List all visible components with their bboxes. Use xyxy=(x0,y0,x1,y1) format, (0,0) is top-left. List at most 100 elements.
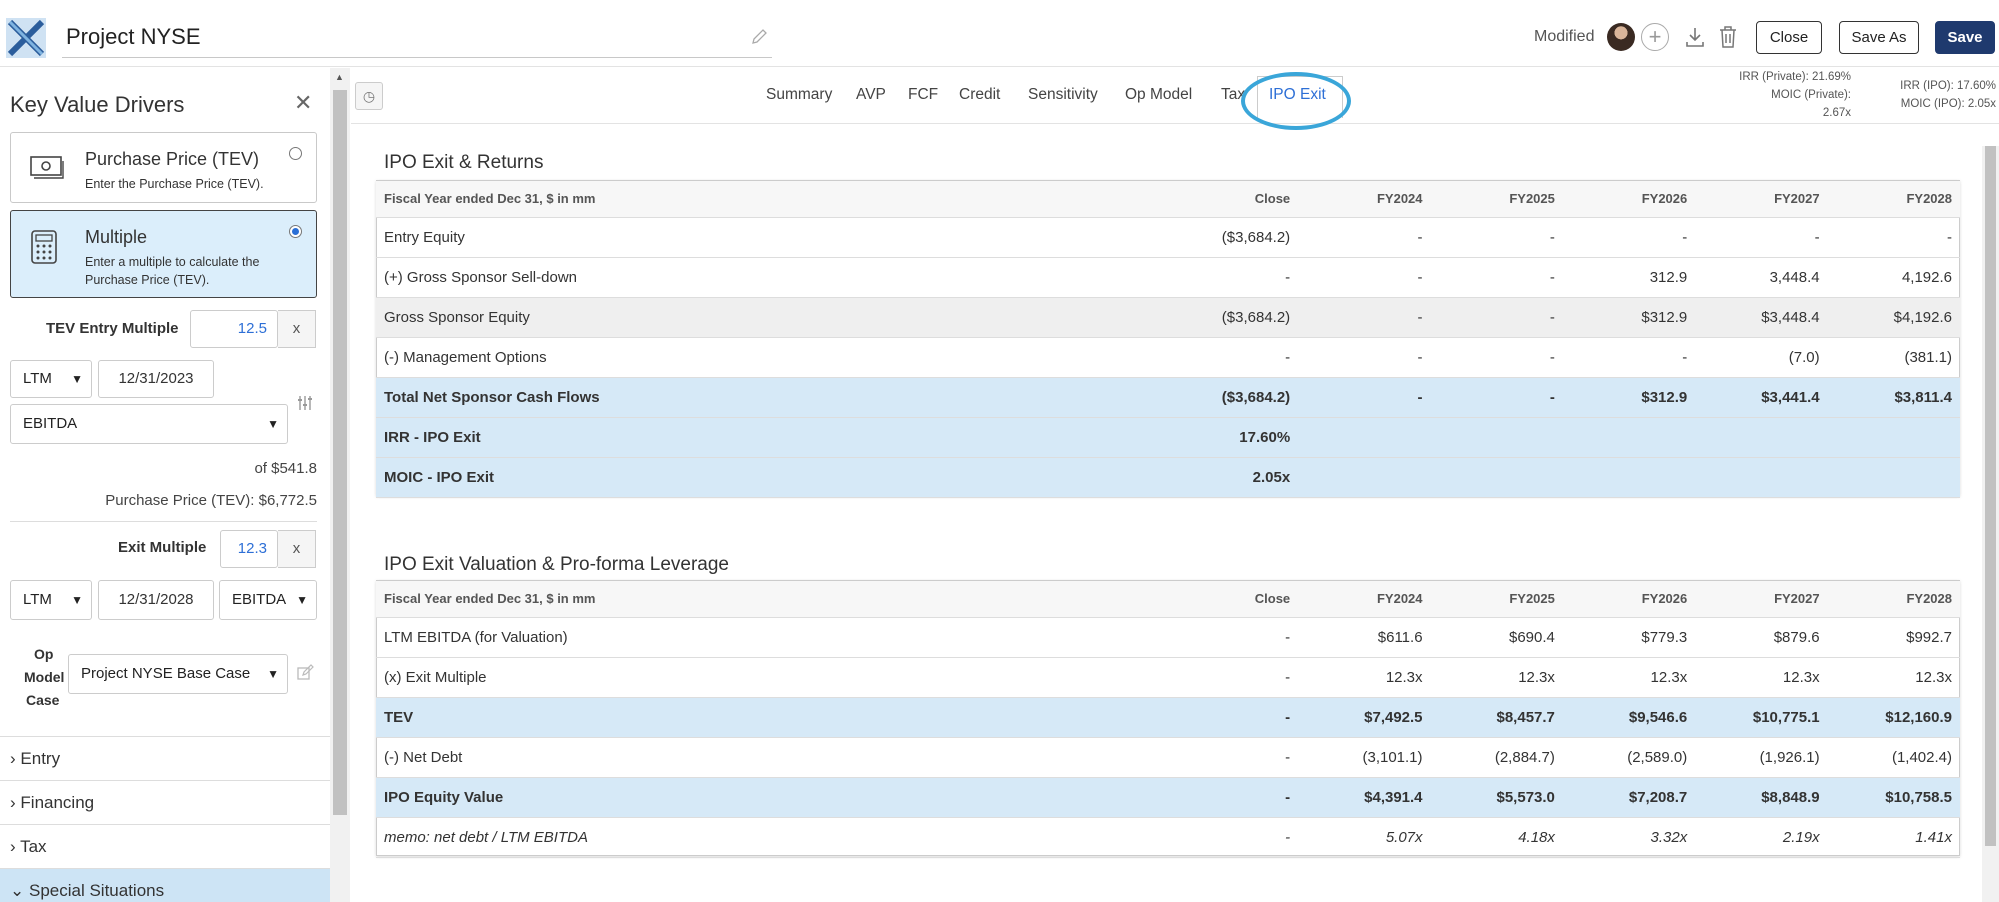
table-cell: $3,441.4 xyxy=(1695,377,1828,418)
entry-metric-value: EBITDA xyxy=(23,415,78,432)
save-button[interactable]: Save xyxy=(1935,21,1995,54)
multiple-suffix: x xyxy=(278,530,316,568)
option-radio[interactable] xyxy=(289,147,302,160)
tev-entry-input[interactable]: 12.5 xyxy=(190,310,278,348)
section-financing[interactable]: › Financing xyxy=(0,780,330,824)
section-tax[interactable]: › Tax xyxy=(0,824,330,868)
logo-icon xyxy=(6,18,46,58)
save-as-button[interactable]: Save As xyxy=(1839,21,1919,54)
table-cell: (2,589.0) xyxy=(1562,737,1696,778)
table-cell: (1,402.4) xyxy=(1827,737,1960,778)
entry-period-select[interactable]: LTM ▼ xyxy=(10,360,92,398)
table-cell: $9,546.6 xyxy=(1562,697,1696,738)
chevron-right-icon: › xyxy=(10,837,16,856)
table-cell: $10,758.5 xyxy=(1827,777,1960,818)
pencil-icon[interactable] xyxy=(750,28,768,46)
chevron-down-icon: ▼ xyxy=(267,667,279,681)
row-label: IPO Equity Value xyxy=(376,777,1136,818)
entry-date-input[interactable]: 12/31/2023 xyxy=(98,360,214,398)
exit-period-select[interactable]: LTM ▼ xyxy=(10,580,92,620)
exit-date-input[interactable]: 12/31/2028 xyxy=(98,580,214,620)
avatar[interactable] xyxy=(1607,23,1635,51)
table-cell: - xyxy=(1135,817,1299,858)
option-purchase-price[interactable]: Purchase Price (TEV) Enter the Purchase … xyxy=(10,132,317,203)
section-label: Special Situations xyxy=(28,881,165,900)
exit-metric-select[interactable]: EBITDA ▼ xyxy=(219,580,317,620)
section-title-returns: IPO Exit & Returns xyxy=(384,152,544,173)
table-cell: $7,208.7 xyxy=(1562,777,1696,818)
sliders-icon[interactable] xyxy=(296,394,314,412)
table-cell: $3,811.4 xyxy=(1827,377,1960,418)
tab-op-model[interactable]: Op Model xyxy=(1125,86,1192,104)
tab-avp[interactable]: AVP xyxy=(856,86,886,104)
table-cell: $12,160.9 xyxy=(1827,697,1960,738)
project-title[interactable]: Project NYSE xyxy=(66,24,201,50)
table-cell: $5,573.0 xyxy=(1430,777,1563,818)
panel-title: Key Value Drivers xyxy=(10,92,185,117)
section-special-situations[interactable]: ⌄ Special Situations xyxy=(0,868,330,902)
exit-multiple-input[interactable]: 12.3 xyxy=(220,530,278,568)
row-label: Entry Equity xyxy=(376,217,1136,258)
table-row: Gross Sponsor Equity ($3,684.2) - - $312.9 $3… xyxy=(376,297,1960,338)
close-icon[interactable]: ✕ xyxy=(294,90,312,116)
tab-credit[interactable]: Credit xyxy=(959,86,1000,104)
table-cell: - xyxy=(1430,217,1563,258)
top-bar: Project NYSE Modified + Close Save As Sa… xyxy=(0,0,1999,67)
tab-summary[interactable]: Summary xyxy=(766,86,832,104)
table-cell: (7.0) xyxy=(1695,337,1828,378)
op-model-case-select[interactable]: Project NYSE Base Case ▼ xyxy=(68,654,288,694)
table-cell xyxy=(1695,417,1828,458)
sidebar-toggle-icon[interactable]: ◷ xyxy=(355,82,383,110)
table-cell xyxy=(1430,457,1563,498)
scroll-up-icon[interactable]: ▲ xyxy=(335,72,344,82)
edit-icon[interactable] xyxy=(296,664,314,682)
option-description: Enter the Purchase Price (TEV). xyxy=(85,177,264,191)
table-cell: 1.41x xyxy=(1827,817,1960,858)
tab-fcf[interactable]: FCF xyxy=(908,86,938,104)
sidebar-scrollbar[interactable]: ▲ xyxy=(330,68,350,902)
table-cell: (381.1) xyxy=(1827,337,1960,378)
tev-entry-label: TEV Entry Multiple xyxy=(46,320,179,337)
row-label: TEV xyxy=(376,697,1136,738)
table-cell: - xyxy=(1827,217,1960,258)
column-header: FY2028 xyxy=(1827,581,1960,618)
scrollbar-thumb[interactable] xyxy=(1985,146,1996,846)
column-header: Close xyxy=(1135,181,1299,218)
table-cell: 12.3x xyxy=(1298,657,1431,698)
project-title-field[interactable]: Project NYSE xyxy=(62,18,772,58)
entry-metric-select[interactable]: EBITDA ▼ xyxy=(10,404,288,444)
option-multiple[interactable]: Multiple Enter a multiple to calculate t… xyxy=(10,210,317,298)
irr-ipo: IRR (IPO): 17.60% xyxy=(1900,80,1996,92)
section-title-valuation: IPO Exit Valuation & Pro-forma Leverage xyxy=(384,554,729,575)
row-label: Total Net Sponsor Cash Flows xyxy=(376,377,1136,418)
table-cell: $879.6 xyxy=(1695,617,1828,658)
column-header: FY2027 xyxy=(1695,581,1828,618)
tab-sensitivity[interactable]: Sensitivity xyxy=(1028,86,1098,104)
trash-icon[interactable] xyxy=(1718,25,1738,49)
table-cell: $992.7 xyxy=(1827,617,1960,658)
close-button[interactable]: Close xyxy=(1756,21,1822,54)
table-cell: 3,448.4 xyxy=(1695,257,1828,298)
scrollbar-thumb[interactable] xyxy=(333,90,347,815)
table-cell: (1,926.1) xyxy=(1695,737,1828,778)
chevron-right-icon: › xyxy=(10,793,16,812)
private-returns-summary: IRR (Private): 21.69% MOIC (Private): 2.… xyxy=(1691,68,1851,122)
plus-icon[interactable]: + xyxy=(1641,23,1669,51)
table-cell: (2,884.7) xyxy=(1430,737,1563,778)
entry-period-value: LTM xyxy=(23,370,52,387)
row-label: Gross Sponsor Equity xyxy=(376,297,1136,338)
table-cell: 17.60% xyxy=(1135,417,1299,458)
table-cell: - xyxy=(1298,337,1431,378)
section-entry[interactable]: › Entry xyxy=(0,736,330,780)
option-radio[interactable] xyxy=(289,225,302,238)
purchase-price-result: Purchase Price (TEV): $6,772.5 xyxy=(105,492,317,509)
table-cell xyxy=(1430,417,1563,458)
column-header: FY2026 xyxy=(1562,581,1696,618)
download-icon[interactable] xyxy=(1684,25,1706,49)
table-cell: (3,101.1) xyxy=(1298,737,1431,778)
table-cell: - xyxy=(1430,337,1563,378)
moic-private-label: MOIC (Private): xyxy=(1771,89,1851,101)
main-scrollbar[interactable] xyxy=(1982,146,1999,902)
table-cell: 312.9 xyxy=(1562,257,1696,298)
table-cell: - xyxy=(1135,337,1299,378)
